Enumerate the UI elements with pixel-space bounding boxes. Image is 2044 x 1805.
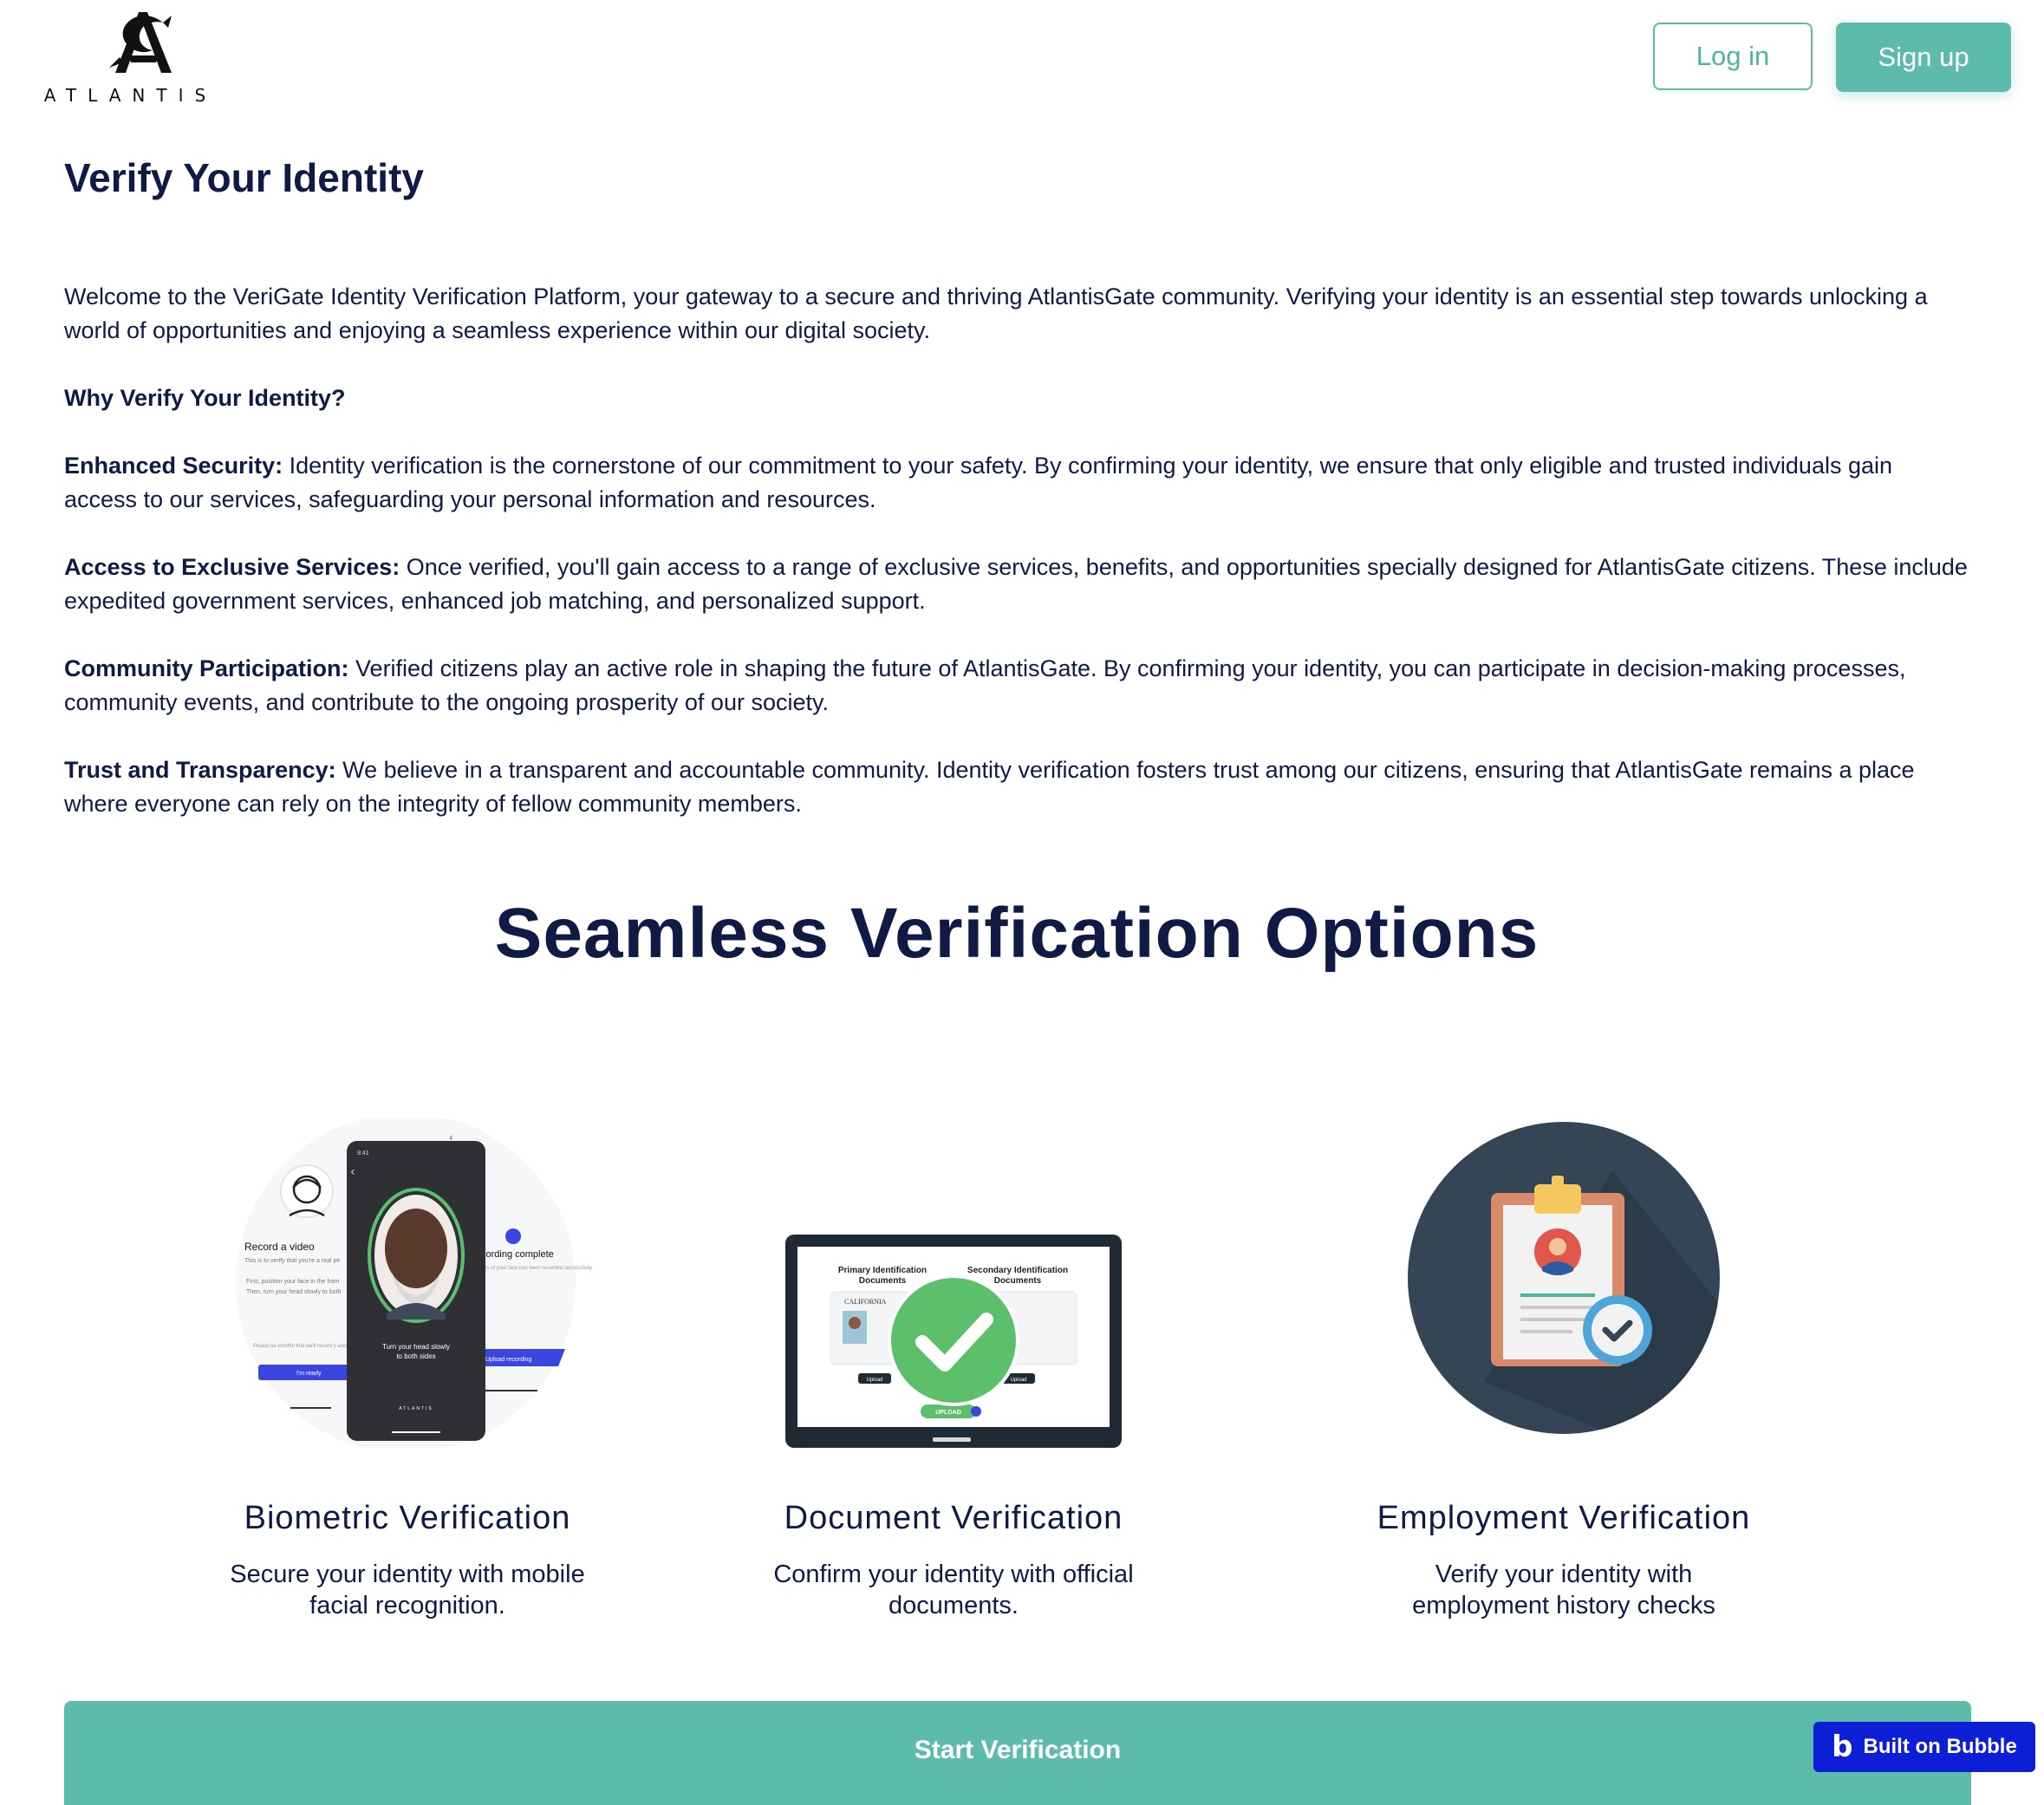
- id-card-state: CALIFORNIA: [844, 1298, 887, 1306]
- employment-illustration: [1330, 1118, 1798, 1448]
- record-sub: This is to verify that you're a real pe: [244, 1258, 340, 1264]
- complete-sub: es of your face has been recorded succes…: [484, 1266, 592, 1271]
- record-title: Record a video: [244, 1241, 315, 1253]
- laptop-document-check-icon: Primary Identification Documents Seconda…: [785, 1235, 1122, 1448]
- biometric-card[interactable]: Record a video This is to verify that yo…: [173, 1118, 641, 1619]
- bubble-logo-icon: b: [1832, 1730, 1853, 1764]
- intro-content: Welcome to the VeriGate Identity Verific…: [64, 280, 1971, 855]
- reason-security: Enhanced Security: Identity verification…: [64, 449, 1971, 517]
- primary-docs-label: Documents: [859, 1276, 907, 1286]
- reason-trust: Trust and Transparency: We believe in a …: [64, 753, 1971, 821]
- intro-paragraph: Welcome to the VeriGate Identity Verific…: [64, 283, 1928, 343]
- svg-text:‹: ‹: [350, 1165, 355, 1179]
- page-title: Verify Your Identity: [64, 155, 424, 200]
- site-header: ATLANTIS Log in Sign up: [0, 0, 2044, 130]
- dolphin-logo-icon: [109, 12, 172, 73]
- card-description: Secure your identity with mobile facial …: [230, 1561, 585, 1619]
- why-heading: Why Verify Your Identity?: [64, 381, 1971, 415]
- biometric-illustration: Record a video This is to verify that yo…: [173, 1118, 641, 1448]
- ready-button-label: I'm ready: [296, 1371, 322, 1377]
- phone-face-scan-icon: Record a video This is to verify that yo…: [236, 1118, 592, 1448]
- upload-small-label: Upload: [866, 1378, 882, 1383]
- record-bullet: Then, turn your head slowly to both: [246, 1289, 341, 1295]
- phone-time: 9:41: [357, 1150, 369, 1157]
- start-verification-button[interactable]: Start Verification: [64, 1701, 1971, 1805]
- reason-exclusive: Access to Exclusive Services: Once verif…: [64, 551, 1971, 618]
- why-heading-text: Why Verify Your Identity?: [64, 385, 346, 411]
- card-title: Document Verification: [784, 1500, 1123, 1536]
- built-on-bubble-badge[interactable]: b Built on Bubble: [1813, 1722, 2035, 1772]
- clipboard-check-icon: [1408, 1122, 1720, 1434]
- phone-caption: Turn your head slowly: [382, 1343, 450, 1351]
- reason-community: Community Participation: Verified citize…: [64, 652, 1971, 720]
- employment-card[interactable]: Employment Verification Verify your iden…: [1330, 1118, 1798, 1619]
- card-title: Biometric Verification: [244, 1500, 571, 1536]
- upload-small-label: Upload: [1010, 1378, 1026, 1383]
- reason-text: We believe in a transparent and accounta…: [64, 757, 1915, 817]
- card-description: Confirm your identity with official docu…: [773, 1561, 1134, 1619]
- signup-button[interactable]: Sign up: [1836, 23, 2011, 92]
- primary-docs-label: Primary Identification: [838, 1266, 927, 1275]
- options-heading: Seamless Verification Options: [494, 894, 1540, 973]
- card-title: Employment Verification: [1377, 1500, 1751, 1536]
- atlantis-logo[interactable]: ATLANTIS: [33, 5, 228, 109]
- document-card[interactable]: Primary Identification Documents Seconda…: [719, 1118, 1188, 1619]
- reason-label: Trust and Transparency:: [64, 757, 336, 783]
- secondary-docs-label: Documents: [994, 1276, 1042, 1286]
- reason-text: Identity verification is the cornerstone…: [64, 453, 1893, 512]
- record-bullet: First, position your face in the fram: [246, 1279, 340, 1285]
- phone-caption: to both sides: [396, 1352, 435, 1360]
- secondary-docs-label: Secondary Identification: [967, 1266, 1068, 1275]
- phone-logo: ATLANTIS: [399, 1406, 433, 1411]
- card-description: Verify your identity with employment his…: [1412, 1561, 1715, 1619]
- bubble-badge-label: Built on Bubble: [1863, 1735, 2017, 1758]
- reason-label: Enhanced Security:: [64, 453, 283, 479]
- document-illustration: Primary Identification Documents Seconda…: [719, 1118, 1188, 1448]
- upload-recording-label: Upload recording: [485, 1357, 531, 1363]
- upload-main-label: UPLOAD: [935, 1410, 961, 1416]
- reason-label: Access to Exclusive Services:: [64, 554, 400, 580]
- login-button[interactable]: Log in: [1653, 23, 1813, 90]
- complete-title: cording complete: [481, 1249, 554, 1260]
- logo-wordmark: ATLANTIS: [43, 85, 218, 106]
- reason-label: Community Participation:: [64, 655, 349, 681]
